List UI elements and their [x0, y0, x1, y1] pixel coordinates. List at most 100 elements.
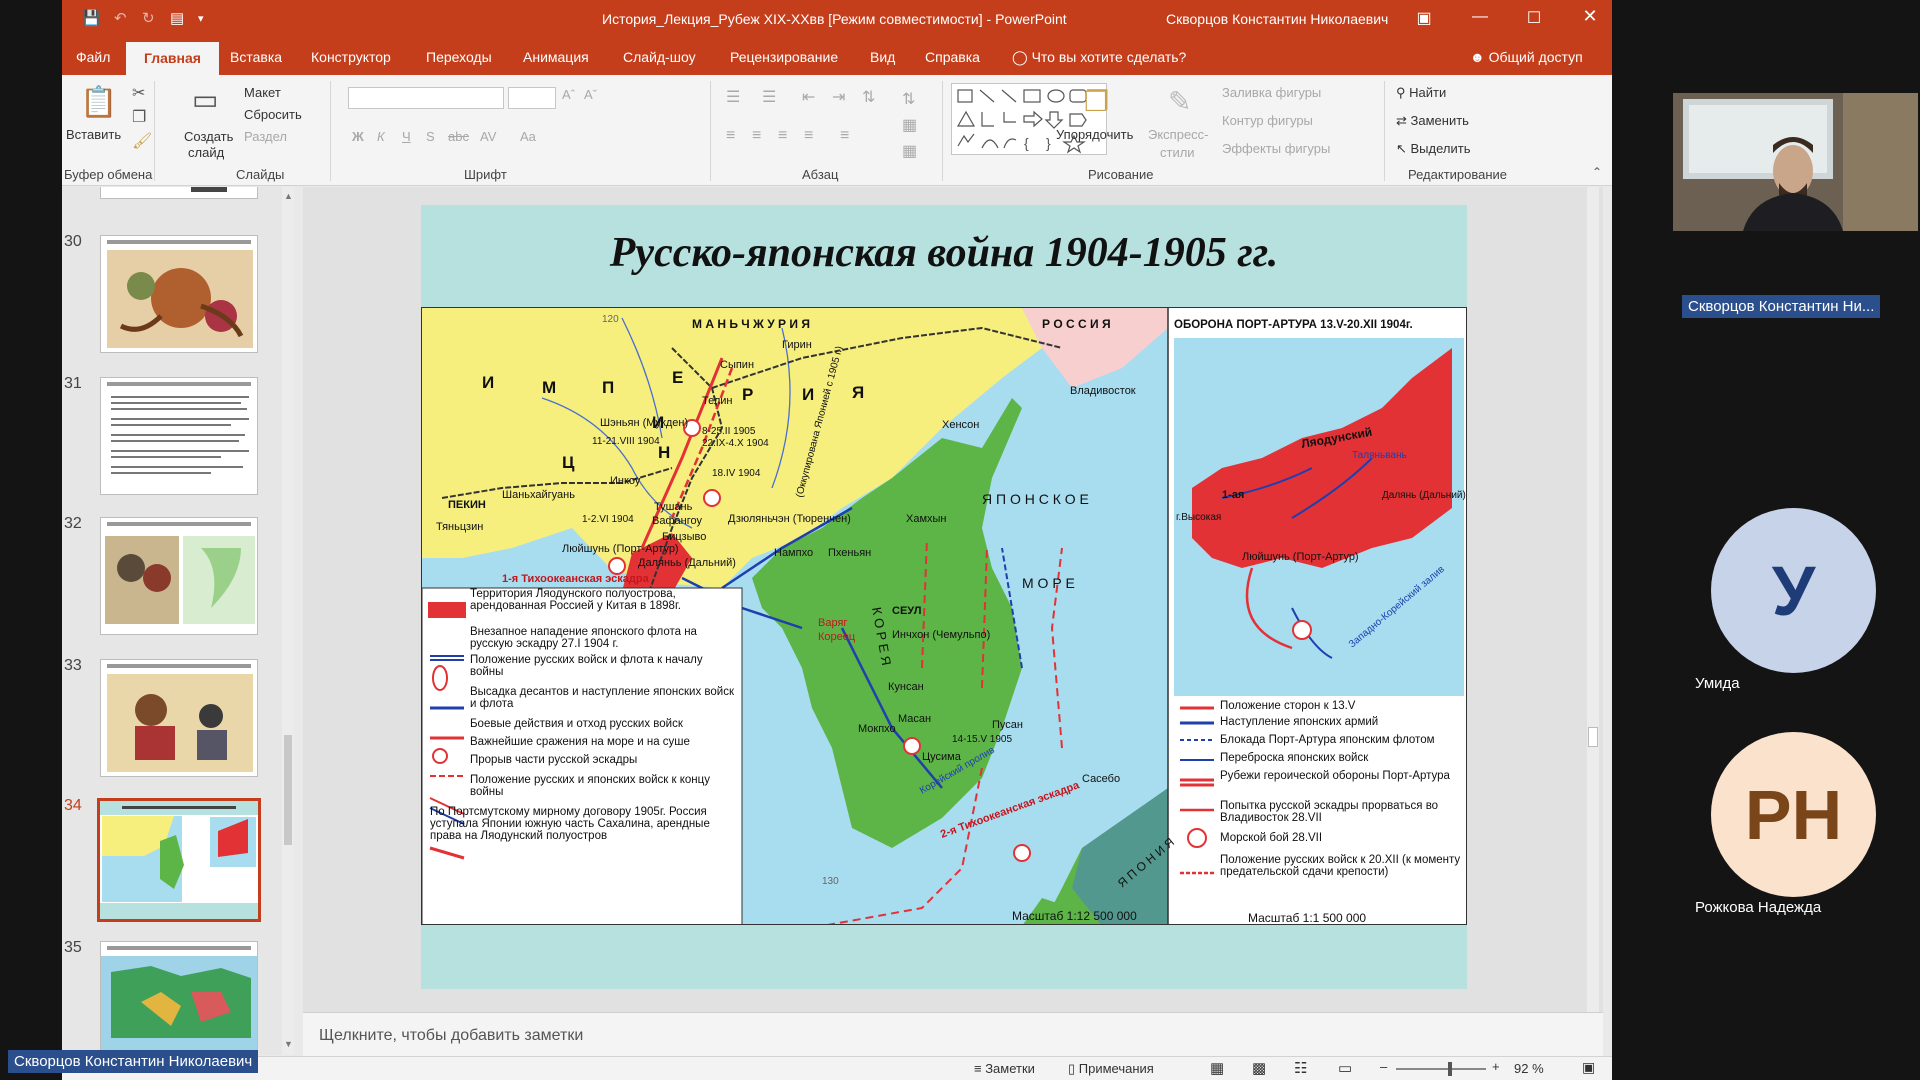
select-button[interactable]: ↖ Выделить: [1396, 141, 1471, 157]
zoom-out-icon[interactable]: –: [1380, 1059, 1387, 1074]
notes-pane[interactable]: Щелкните, чтобы добавить заметки: [303, 1012, 1603, 1056]
shadow-button[interactable]: S: [426, 129, 435, 144]
scroll-thumb[interactable]: [284, 735, 292, 845]
comments-toggle[interactable]: ▯ Примечания: [1068, 1061, 1154, 1077]
slide-thumbnail-33[interactable]: [100, 659, 258, 777]
canvas-scrollbar[interactable]: [1587, 187, 1599, 1012]
line-spacing-icon[interactable]: ⇅: [862, 87, 875, 107]
justify-icon[interactable]: ≡: [804, 127, 813, 145]
paste-button[interactable]: Вставить: [66, 127, 121, 142]
arrange-button[interactable]: Упорядочить: [1056, 127, 1133, 142]
fit-to-window-icon[interactable]: ▣: [1582, 1059, 1595, 1076]
notes-placeholder[interactable]: Щелкните, чтобы добавить заметки: [319, 1027, 583, 1045]
bullets-icon[interactable]: ☰: [726, 87, 740, 107]
tab-review[interactable]: Рецензирование: [730, 49, 838, 65]
cut-icon[interactable]: ✂: [132, 83, 145, 103]
shrink-font-icon[interactable]: Aˇ: [584, 87, 597, 102]
slide-thumbnail-29[interactable]: [100, 187, 258, 199]
align-right-icon[interactable]: ≡: [778, 127, 787, 145]
tab-help[interactable]: Справка: [925, 49, 980, 65]
smartart-icon[interactable]: ▦: [902, 141, 917, 161]
slide-thumbnail-34[interactable]: [97, 798, 261, 922]
layout-button[interactable]: Макет: [244, 85, 281, 100]
share-button[interactable]: ☻ Общий доступ: [1470, 49, 1583, 65]
canvas-scroll-thumb[interactable]: [1588, 727, 1598, 747]
italic-button[interactable]: К: [377, 129, 385, 144]
tab-view[interactable]: Вид: [870, 49, 895, 65]
shape-effects-button[interactable]: Эффекты фигуры: [1222, 141, 1330, 156]
customize-toolbar-icon[interactable]: ▾: [198, 12, 204, 32]
format-painter-icon[interactable]: 🖌: [132, 131, 152, 151]
slideshow-view-icon[interactable]: ▭: [1338, 1059, 1352, 1077]
text-direction-icon[interactable]: ⇅: [902, 89, 915, 109]
zoom-slider[interactable]: [1396, 1062, 1486, 1076]
redo-icon[interactable]: ↻: [142, 9, 155, 29]
current-slide[interactable]: Русско-японская война 1904-1905 гг. И М …: [421, 205, 1467, 989]
signed-in-user[interactable]: Скворцов Константин Николаевич: [1166, 11, 1388, 27]
ribbon-display-icon[interactable]: ▣: [1412, 8, 1436, 28]
collapse-ribbon-icon[interactable]: ⌃: [1592, 165, 1602, 179]
increase-indent-icon[interactable]: ⇥: [832, 87, 845, 107]
change-case-button[interactable]: Aa: [520, 129, 536, 144]
scroll-down-icon[interactable]: ▼: [284, 1039, 293, 1049]
section-button[interactable]: Раздел: [244, 129, 287, 144]
presenter-video[interactable]: [1673, 93, 1918, 231]
find-button[interactable]: ⚲ Найти: [1396, 85, 1446, 101]
replace-button[interactable]: ⇄ Заменить: [1396, 113, 1469, 129]
new-slide-icon[interactable]: ▭: [192, 83, 218, 116]
tab-slideshow[interactable]: Слайд-шоу: [623, 49, 696, 65]
quick-styles-button-line2[interactable]: стили: [1160, 145, 1195, 160]
tab-design[interactable]: Конструктор: [311, 49, 391, 65]
thumbnails-scrollbar[interactable]: ▲ ▼: [282, 187, 294, 1055]
slide-thumbnail-35[interactable]: [100, 941, 258, 1055]
start-slideshow-icon[interactable]: ▤: [170, 9, 184, 29]
tab-animations[interactable]: Анимация: [523, 49, 589, 65]
align-text-icon[interactable]: ▦: [902, 115, 917, 135]
decrease-indent-icon[interactable]: ⇤: [802, 87, 815, 107]
slide-thumbnail-31[interactable]: [100, 377, 258, 495]
participant-avatar[interactable]: РН: [1711, 732, 1876, 897]
underline-button[interactable]: Ч: [402, 129, 411, 144]
arrange-icon[interactable]: ❐: [1084, 85, 1109, 118]
grow-font-icon[interactable]: Aˆ: [562, 87, 575, 102]
align-center-icon[interactable]: ≡: [752, 127, 761, 145]
slide-title[interactable]: Русско-японская война 1904-1905 гг.: [421, 229, 1467, 277]
quick-styles-button[interactable]: Экспресс-: [1148, 127, 1209, 142]
numbering-icon[interactable]: ☰: [762, 87, 776, 107]
undo-icon[interactable]: ↶: [114, 9, 127, 29]
slide-thumbnail-30[interactable]: [100, 235, 258, 353]
zoom-level[interactable]: 92 %: [1514, 1061, 1544, 1076]
zoom-in-icon[interactable]: +: [1492, 1059, 1500, 1074]
bold-button[interactable]: Ж: [352, 129, 364, 144]
font-size-box[interactable]: [508, 87, 556, 109]
paste-icon[interactable]: 📋: [80, 85, 117, 120]
maximize-icon[interactable]: ☐: [1522, 8, 1546, 28]
slide-thumbnail-32[interactable]: [100, 517, 258, 635]
copy-icon[interactable]: ❐: [132, 107, 146, 127]
normal-view-icon[interactable]: ▦: [1210, 1059, 1224, 1077]
quick-styles-icon[interactable]: ✎: [1168, 85, 1191, 118]
align-left-icon[interactable]: ≡: [726, 127, 735, 145]
minimize-icon[interactable]: —: [1468, 8, 1492, 26]
shape-outline-button[interactable]: Контур фигуры: [1222, 113, 1313, 128]
slide-editing-area[interactable]: Русско-японская война 1904-1905 гг. И М …: [303, 187, 1603, 1012]
tab-file[interactable]: Файл: [76, 49, 110, 65]
tab-transitions[interactable]: Переходы: [426, 49, 492, 65]
slide-sorter-icon[interactable]: ▩: [1252, 1059, 1266, 1077]
columns-icon[interactable]: ≡: [840, 127, 849, 145]
war-map[interactable]: И М П Е Р И Я М А Н Ь Ч Ж У Р И Я Р О С …: [421, 307, 1467, 925]
tell-me-box[interactable]: ◯ Что вы хотите сделать?: [1012, 49, 1186, 66]
tab-home[interactable]: Главная: [126, 42, 219, 75]
tab-insert[interactable]: Вставка: [230, 49, 282, 65]
strikethrough-button[interactable]: abc: [448, 129, 469, 144]
notes-toggle[interactable]: ≡ Заметки: [974, 1061, 1035, 1076]
save-icon[interactable]: 💾: [82, 9, 101, 29]
reset-button[interactable]: Сбросить: [244, 107, 302, 122]
reading-view-icon[interactable]: ☷: [1294, 1059, 1307, 1077]
participant-avatar[interactable]: У: [1711, 508, 1876, 673]
scroll-up-icon[interactable]: ▲: [284, 191, 293, 201]
close-icon[interactable]: ✕: [1578, 6, 1602, 27]
new-slide-button[interactable]: Создать: [184, 129, 233, 144]
zoom-slider-thumb[interactable]: [1448, 1062, 1452, 1076]
shape-fill-button[interactable]: Заливка фигуры: [1222, 85, 1321, 100]
